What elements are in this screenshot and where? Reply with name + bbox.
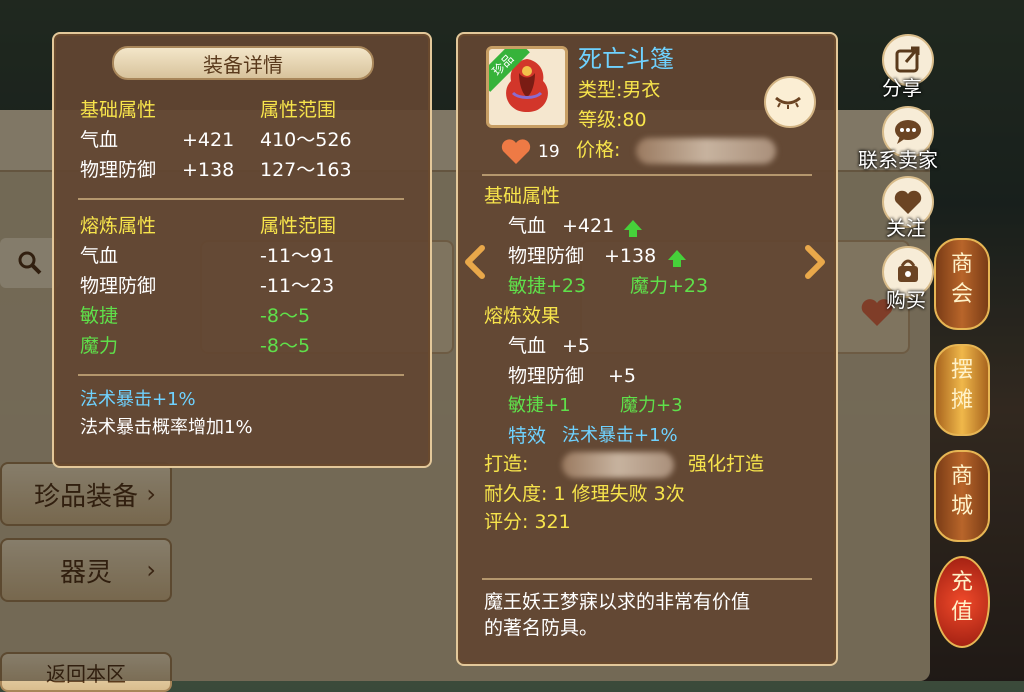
refine-range: -8～5: [260, 335, 311, 357]
lantern-mall[interactable]: 商城: [934, 450, 990, 542]
item-level: 等级:80: [578, 109, 647, 131]
base-attr-header: 基础属性: [484, 185, 561, 207]
score-line: 评分: 321: [484, 511, 571, 533]
share-label: 分享: [882, 76, 922, 100]
skill-name: 法术暴击+1%: [80, 389, 196, 410]
refine-name: 物理防御: [80, 275, 157, 297]
refine-range: -8～5: [260, 305, 311, 327]
lantern-recharge[interactable]: 充值: [934, 556, 990, 648]
attr-value: +138: [182, 159, 235, 181]
green-stat: 敏捷+23: [508, 275, 587, 297]
item-icon[interactable]: 珍品: [486, 46, 568, 128]
panel-title: 装备详情: [112, 46, 374, 80]
attr-value: +421: [182, 129, 235, 151]
refine-range-header: 属性范围: [260, 215, 337, 237]
refine-value: +5: [608, 365, 637, 387]
item-description-line: 的著名防具。: [484, 617, 599, 639]
range-header: 属性范围: [260, 99, 337, 121]
price-label: 价格:: [576, 139, 621, 161]
divider: [482, 174, 812, 176]
refine-range: -11～91: [260, 245, 335, 267]
forger-name-blurred: [562, 452, 674, 478]
closed-eye-icon[interactable]: [764, 76, 816, 128]
lantern-guild[interactable]: 商会: [934, 238, 990, 330]
arrow-up-icon: [624, 220, 642, 237]
refine-name: 气血: [80, 245, 119, 267]
refine-name: 物理防御: [508, 365, 585, 387]
refine-name: 气血: [508, 335, 547, 357]
lantern-label: 商城: [951, 464, 974, 519]
refine-green-stat: 魔力+3: [620, 395, 683, 416]
attr-range: 127～163: [260, 159, 352, 181]
item-description-line: 魔王妖王梦寐以求的非常有价值: [484, 591, 751, 613]
forge-label: 打造:: [484, 453, 529, 475]
special-value: 法术暴击+1%: [562, 425, 678, 446]
lantern-label: 摆摊: [951, 358, 974, 413]
refine-green-stat: 敏捷+1: [508, 395, 571, 416]
lantern-stall[interactable]: 摆摊: [934, 344, 990, 436]
item-name: 死亡斗篷: [578, 45, 674, 73]
attr-value: +421: [562, 215, 615, 237]
item-type: 类型:男衣: [578, 79, 661, 101]
lantern-label: 商会: [951, 252, 974, 307]
chevron-left-icon[interactable]: [462, 244, 488, 280]
panel-title-text: 装备详情: [203, 52, 283, 77]
lantern-label: 充值: [951, 570, 974, 625]
buy-label: 购买: [886, 288, 926, 312]
skill-description: 法术暴击概率增加1%: [80, 417, 253, 438]
refine-value: +5: [562, 335, 591, 357]
attr-value: +138: [604, 245, 657, 267]
divider: [78, 374, 404, 376]
attr-name: 物理防御: [80, 159, 157, 181]
base-attr-header: 基础属性: [80, 99, 157, 121]
refine-attr-header: 熔炼属性: [80, 215, 157, 237]
item-card-panel: 珍品 死亡斗篷 类型:男衣 等级:80 19 价格: 基础属性 气血 +421 …: [456, 32, 838, 666]
refine-effect-header: 熔炼效果: [484, 305, 561, 327]
equipment-detail-panel: 装备详情 基础属性 属性范围 气血 +421 410～526 物理防御 +138…: [52, 32, 432, 468]
chevron-right-icon[interactable]: [802, 244, 828, 280]
special-label: 特效: [508, 425, 547, 447]
follow-label: 关注: [886, 216, 926, 240]
green-stat: 魔力+23: [630, 275, 709, 297]
attr-name: 气血: [80, 129, 119, 151]
price-value-blurred: [636, 138, 776, 164]
durability-line: 耐久度: 1 修理失败 3次: [484, 483, 685, 505]
forge-type: 强化打造: [688, 453, 765, 475]
refine-name: 敏捷: [80, 305, 119, 327]
contact-seller-label: 联系卖家: [858, 148, 938, 172]
divider: [482, 578, 812, 580]
arrow-up-icon: [668, 250, 686, 267]
divider: [78, 198, 404, 200]
refine-name: 魔力: [80, 335, 119, 357]
attr-name: 气血: [508, 215, 547, 237]
refine-range: -11～23: [260, 275, 335, 297]
like-count: 19: [538, 142, 560, 162]
attr-name: 物理防御: [508, 245, 585, 267]
attr-range: 410～526: [260, 129, 352, 151]
heart-icon[interactable]: [500, 138, 532, 166]
